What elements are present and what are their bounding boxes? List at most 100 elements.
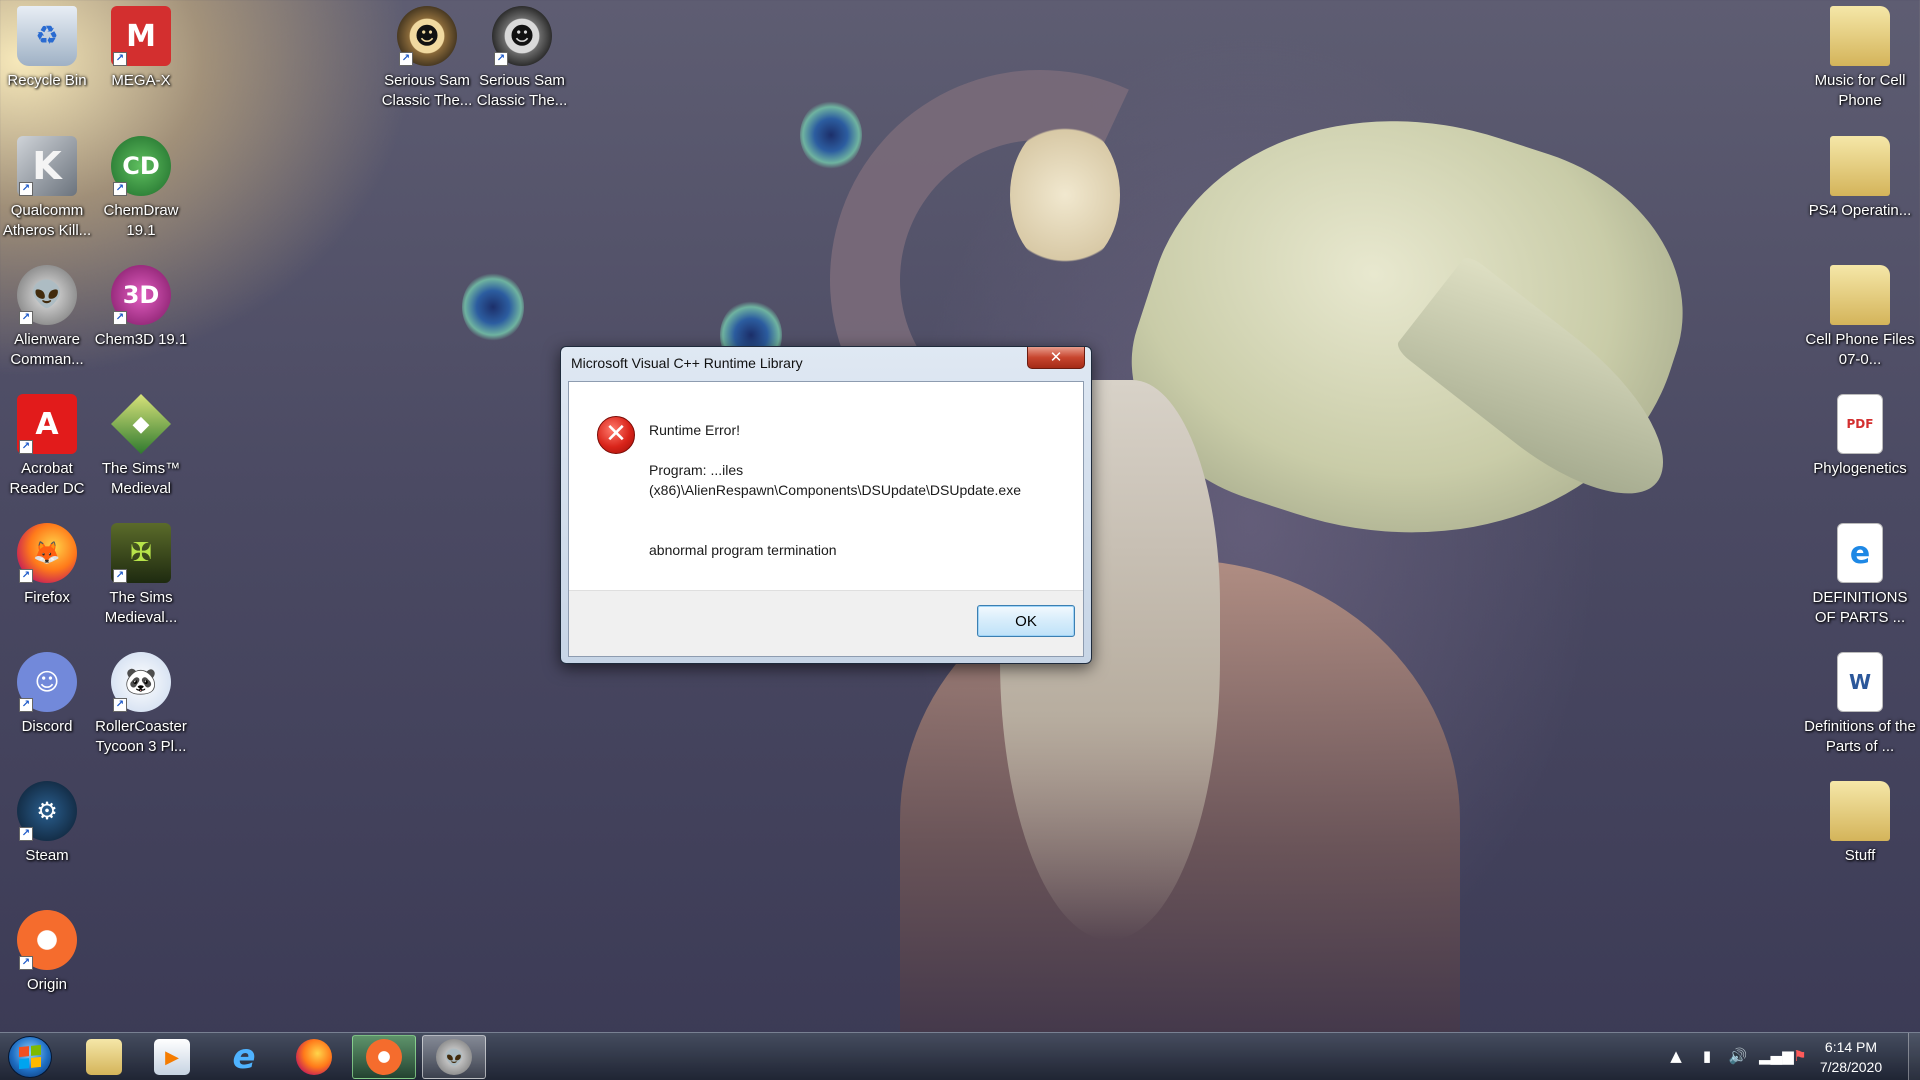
media-player-icon: ▶ bbox=[154, 1039, 190, 1075]
qualcomm-icon: K ↗ bbox=[17, 136, 77, 196]
network-icon[interactable]: ▂▄▆ bbox=[1759, 1045, 1794, 1067]
desktop-icon-ps4-operatin[interactable]: PS4 Operatin... bbox=[1804, 136, 1916, 221]
desktop-icon-sims-medieval[interactable]: ◆ The Sims™ Medieval bbox=[94, 394, 188, 499]
desktop-icon-stuff[interactable]: Stuff bbox=[1804, 781, 1916, 866]
taskbar-alienware[interactable]: 👽 bbox=[422, 1035, 486, 1079]
taskbar-internet-explorer[interactable]: e bbox=[212, 1035, 276, 1079]
desktop-icon-phylogenetics[interactable]: PDF Phylogenetics bbox=[1804, 394, 1916, 479]
shortcut-arrow-icon: ↗ bbox=[19, 182, 33, 196]
shortcut-arrow-icon: ↗ bbox=[399, 52, 413, 66]
desktop-icon-label: PS4 Operatin... bbox=[1808, 202, 1912, 219]
taskbar-origin[interactable] bbox=[352, 1035, 416, 1079]
recycle-bin-icon: ♻ bbox=[17, 6, 77, 66]
desktop-icon-label: Steam bbox=[25, 847, 69, 864]
internet-explorer-icon: e bbox=[232, 1037, 256, 1077]
desktop-icon-label: DEFINITIONS OF PARTS ... bbox=[1812, 589, 1908, 626]
desktop-icon-chemdraw[interactable]: CD ↗ ChemDraw 19.1 bbox=[94, 136, 188, 241]
dialog-titlebar[interactable]: Microsoft Visual C++ Runtime Library ✕ bbox=[561, 347, 1091, 377]
desktop-icon-label: ChemDraw 19.1 bbox=[103, 202, 179, 239]
shortcut-arrow-icon: ↗ bbox=[19, 827, 33, 841]
start-button[interactable] bbox=[8, 1036, 52, 1078]
firefox-icon bbox=[296, 1039, 332, 1075]
mega-x-icon: M ↗ bbox=[111, 6, 171, 66]
shortcut-arrow-icon: ↗ bbox=[494, 52, 508, 66]
steam-icon: ⚙ ↗ bbox=[17, 781, 77, 841]
shortcut-arrow-icon: ↗ bbox=[19, 311, 33, 325]
desktop-icon-recycle-bin[interactable]: ♻ Recycle Bin bbox=[0, 6, 94, 91]
runtime-error-dialog: Microsoft Visual C++ Runtime Library ✕ ✕… bbox=[560, 346, 1092, 664]
power-icon[interactable]: ▮ bbox=[1697, 1045, 1717, 1067]
desktop-icon-label: Recycle Bin bbox=[7, 72, 87, 89]
shortcut-arrow-icon: ↗ bbox=[113, 311, 127, 325]
sims-medieval-icon: ◆ bbox=[111, 394, 171, 454]
serious-sam-icon: ☻ ↗ bbox=[492, 6, 552, 66]
shortcut-arrow-icon: ↗ bbox=[19, 569, 33, 583]
taskbar: ▶ e 👽 ▲ ▮ 🔊 ▂▄▆ ⚑ 6:14 PM 7/28/2020 bbox=[0, 1032, 1920, 1080]
taskbar-windows-explorer[interactable] bbox=[72, 1035, 136, 1079]
desktop-icon-label: Chem3D 19.1 bbox=[94, 331, 188, 348]
acrobat-icon: A ↗ bbox=[17, 394, 77, 454]
desktop-icon-label: Serious Sam Classic The... bbox=[476, 72, 568, 109]
desktop-icon-label: Definitions of the Parts of ... bbox=[1804, 718, 1916, 755]
dialog-button-bar: OK bbox=[569, 590, 1083, 656]
desktop-icon-label: Discord bbox=[21, 718, 73, 735]
desktop-icon-discord[interactable]: ☺ ↗ Discord bbox=[0, 652, 94, 737]
desktop-icon-steam[interactable]: ⚙ ↗ Steam bbox=[0, 781, 94, 866]
dialog-close-button[interactable]: ✕ bbox=[1027, 347, 1085, 369]
desktop-icon-alienware[interactable]: 👽 ↗ Alienware Comman... bbox=[0, 265, 94, 370]
desktop-icon-music-for-cell-phone[interactable]: Music for Cell Phone bbox=[1804, 6, 1916, 111]
desktop-icon-sims-medieval-pirates[interactable]: ✠ ↗ The Sims Medieval... bbox=[94, 523, 188, 628]
desktop-icon-label: Origin bbox=[26, 976, 67, 993]
folder-icon bbox=[1830, 6, 1890, 66]
desktop-icon-rollercoaster[interactable]: 🐼 ↗ RollerCoaster Tycoon 3 Pl... bbox=[94, 652, 188, 757]
serious-sam-icon: ☻ ↗ bbox=[397, 6, 457, 66]
rollercoaster-icon: 🐼 ↗ bbox=[111, 652, 171, 712]
desktop-icon-label: The Sims Medieval... bbox=[104, 589, 178, 626]
desktop-icon-label: Phylogenetics bbox=[1813, 460, 1907, 477]
chemdraw-icon: CD ↗ bbox=[111, 136, 171, 196]
shortcut-arrow-icon: ↗ bbox=[19, 440, 33, 454]
ok-button[interactable]: OK bbox=[977, 605, 1075, 637]
desktop-icon-origin[interactable]: ↗ Origin bbox=[0, 910, 94, 995]
desktop-icon-qualcomm[interactable]: K ↗ Qualcomm Atheros Kill... bbox=[0, 136, 94, 241]
folder-icon bbox=[1830, 781, 1890, 841]
desktop-icon-label: Music for Cell Phone bbox=[1814, 72, 1906, 109]
volume-icon[interactable]: 🔊 bbox=[1728, 1045, 1748, 1067]
alienware-icon: 👽 bbox=[436, 1039, 472, 1075]
wallpaper-beak bbox=[1393, 253, 1697, 527]
desktop-icon-serious-sam-2[interactable]: ☻ ↗ Serious Sam Classic The... bbox=[475, 6, 569, 111]
desktop-icon-firefox[interactable]: 🦊 ↗ Firefox bbox=[0, 523, 94, 608]
desktop-icon-cell-phone-files[interactable]: Cell Phone Files 07-0... bbox=[1804, 265, 1916, 370]
sims-medieval-pirates-icon: ✠ ↗ bbox=[111, 523, 171, 583]
desktop-icon-acrobat[interactable]: A ↗ Acrobat Reader DC bbox=[0, 394, 94, 499]
show-desktop-button[interactable] bbox=[1908, 1033, 1920, 1080]
error-icon: ✕ bbox=[597, 416, 635, 454]
taskbar-firefox[interactable] bbox=[282, 1035, 346, 1079]
shortcut-arrow-icon: ↗ bbox=[113, 52, 127, 66]
desktop-icon-serious-sam-1[interactable]: ☻ ↗ Serious Sam Classic The... bbox=[380, 6, 474, 111]
shortcut-arrow-icon: ↗ bbox=[113, 182, 127, 196]
program-path-line2: (x86)\AlienRespawn\Components\DSUpdate\D… bbox=[649, 482, 1021, 498]
desktop-icon-label: Cell Phone Files 07-0... bbox=[1805, 331, 1915, 368]
desktop-icon-definitions-word-doc[interactable]: W Definitions of the Parts of ... bbox=[1804, 652, 1916, 757]
desktop-icon-label: RollerCoaster Tycoon 3 Pl... bbox=[95, 718, 187, 755]
desktop-icon-chem3d[interactable]: 3D ↗ Chem3D 19.1 bbox=[94, 265, 188, 350]
show-hidden-icons-button[interactable]: ▲ bbox=[1666, 1045, 1686, 1067]
error-message: abnormal program termination bbox=[649, 542, 837, 558]
desktop-icon-label: Alienware Comman... bbox=[10, 331, 84, 368]
wallpaper-flower bbox=[1010, 120, 1120, 270]
dialog-title: Microsoft Visual C++ Runtime Library bbox=[571, 355, 803, 371]
desktop-icon-label: MEGA-X bbox=[111, 72, 171, 89]
desktop-icon-label: Qualcomm Atheros Kill... bbox=[2, 202, 92, 239]
desktop-icon-label: Acrobat Reader DC bbox=[9, 460, 85, 497]
internet-explorer-icon: e bbox=[1837, 523, 1883, 583]
folder-icon bbox=[86, 1039, 122, 1075]
wallpaper-skull-mask bbox=[1097, 49, 1723, 611]
desktop-icon-mega-x[interactable]: M ↗ MEGA-X bbox=[94, 6, 188, 91]
taskbar-media-player[interactable]: ▶ bbox=[140, 1035, 204, 1079]
origin-icon: ↗ bbox=[17, 910, 77, 970]
system-clock[interactable]: 6:14 PM 7/28/2020 bbox=[1806, 1037, 1896, 1077]
folder-icon bbox=[1830, 265, 1890, 325]
error-heading: Runtime Error! bbox=[649, 422, 741, 438]
desktop-icon-definitions-of-parts[interactable]: e DEFINITIONS OF PARTS ... bbox=[1804, 523, 1916, 628]
